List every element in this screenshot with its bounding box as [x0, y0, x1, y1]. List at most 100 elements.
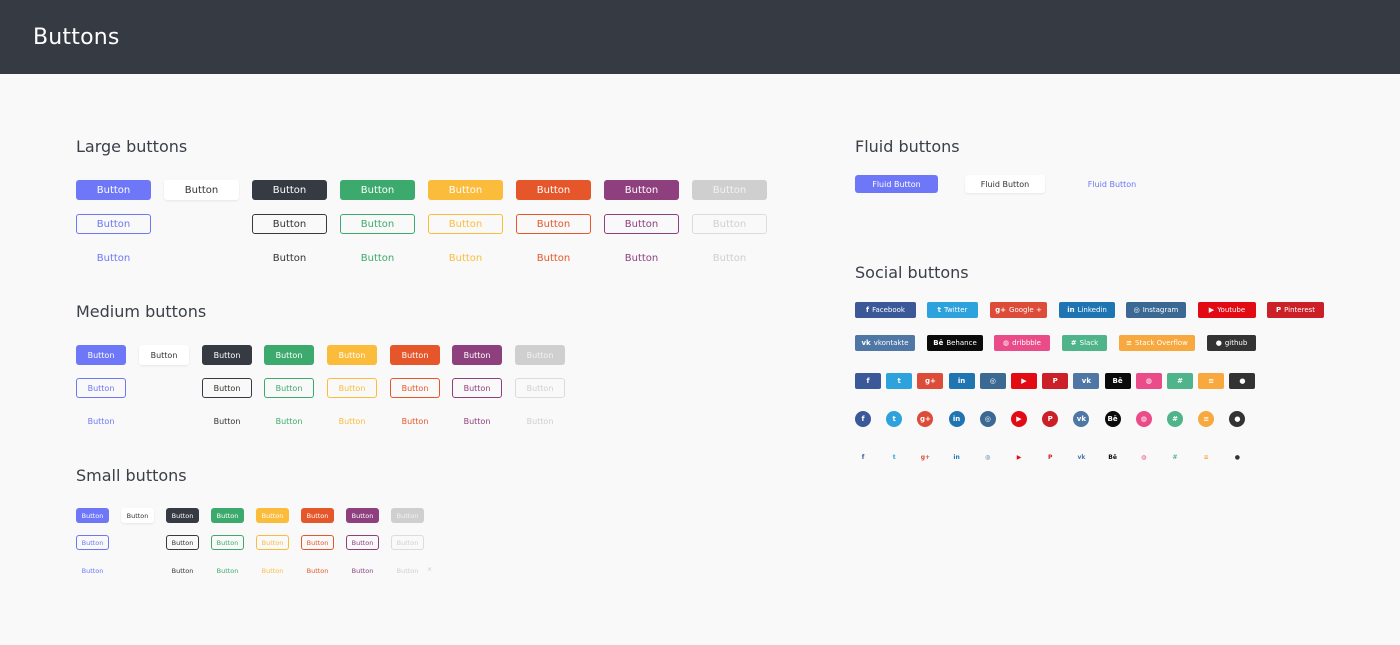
social-button-youtube[interactable]: ▶ Youtube [1198, 302, 1256, 318]
medium-outline-dark[interactable]: Button [202, 378, 252, 398]
medium-link-yellow[interactable]: Button [327, 411, 377, 431]
social-text-facebook-icon[interactable]: f [857, 452, 869, 462]
social-square-linkedin-icon[interactable]: in [948, 373, 975, 389]
large-link-yellow[interactable]: Button [428, 248, 503, 268]
medium-solid-purple[interactable]: Button [452, 345, 502, 365]
small-solid-light[interactable]: Button [391, 508, 424, 523]
medium-solid-dark[interactable]: Button [202, 345, 252, 365]
social-button-dribbble[interactable]: ◍ dribbble [994, 335, 1050, 351]
medium-outline-orange[interactable]: Button [390, 378, 440, 398]
medium-outline-primary[interactable]: Button [76, 378, 126, 398]
large-outline-yellow[interactable]: Button [428, 214, 503, 234]
social-circle-google-icon[interactable]: g+ [917, 411, 934, 427]
social-square-github-icon[interactable]: ● [1229, 373, 1256, 389]
medium-outline-yellow[interactable]: Button [327, 378, 377, 398]
social-circle-stackoverflow-icon[interactable]: ≡ [1198, 411, 1215, 427]
social-button-slack[interactable]: # Slack [1062, 335, 1107, 351]
small-link-light[interactable]: Button [391, 563, 424, 578]
small-outline-light[interactable]: Button [391, 535, 424, 550]
social-square-google-icon[interactable]: g+ [917, 373, 944, 389]
social-text-vkontakte-icon[interactable]: vk [1075, 452, 1087, 462]
medium-link-primary[interactable]: Button [76, 411, 126, 431]
large-solid-white[interactable]: Button [164, 180, 239, 200]
medium-outline-purple[interactable]: Button [452, 378, 502, 398]
fluid-button-white[interactable]: Fluid Button [965, 175, 1045, 193]
large-outline-purple[interactable]: Button [604, 214, 679, 234]
social-square-pinterest-icon[interactable]: P [1042, 373, 1069, 389]
social-square-dribbble-icon[interactable]: ◍ [1135, 373, 1162, 389]
medium-link-orange[interactable]: Button [390, 411, 440, 431]
small-solid-green[interactable]: Button [211, 508, 244, 523]
small-outline-purple[interactable]: Button [346, 535, 379, 550]
small-outline-dark[interactable]: Button [166, 535, 199, 550]
large-link-dark[interactable]: Button [252, 248, 327, 268]
small-link-orange[interactable]: Button [301, 563, 334, 578]
medium-solid-orange[interactable]: Button [390, 345, 440, 365]
large-outline-green[interactable]: Button [340, 214, 415, 234]
small-outline-orange[interactable]: Button [301, 535, 334, 550]
medium-solid-light[interactable]: Button [515, 345, 565, 365]
medium-outline-green[interactable]: Button [264, 378, 314, 398]
medium-solid-green[interactable]: Button [264, 345, 314, 365]
small-link-green[interactable]: Button [211, 563, 244, 578]
social-text-instagram-icon[interactable]: ◎ [982, 452, 994, 462]
medium-link-green[interactable]: Button [264, 411, 314, 431]
social-square-youtube-icon[interactable]: ▶ [1011, 373, 1037, 389]
social-button-vkontakte[interactable]: vk vkontakte [855, 335, 915, 351]
social-button-github[interactable]: ● github [1207, 335, 1256, 351]
social-circle-github-icon[interactable]: ● [1229, 411, 1246, 427]
social-text-github-icon[interactable]: ● [1231, 452, 1243, 462]
social-square-facebook-icon[interactable]: f [855, 373, 881, 389]
social-text-pinterest-icon[interactable]: P [1044, 452, 1056, 462]
social-circle-facebook-icon[interactable]: f [855, 411, 871, 427]
social-text-twitter-icon[interactable]: t [888, 452, 900, 462]
social-button-twitter[interactable]: t Twitter [927, 302, 978, 318]
small-solid-primary[interactable]: Button [76, 508, 109, 523]
social-button-instagram[interactable]: ◎ Instagram [1126, 302, 1186, 318]
medium-solid-white[interactable]: Button [139, 345, 189, 365]
social-square-behance-icon[interactable]: Bē [1104, 373, 1131, 389]
social-circle-vkontakte-icon[interactable]: vk [1073, 411, 1090, 427]
large-link-green[interactable]: Button [340, 248, 415, 268]
social-circle-behance-icon[interactable]: Bē [1104, 411, 1121, 427]
social-text-youtube-icon[interactable]: ▶ [1013, 452, 1025, 462]
large-solid-green[interactable]: Button [340, 180, 415, 200]
social-circle-youtube-icon[interactable]: ▶ [1011, 411, 1027, 427]
medium-solid-yellow[interactable]: Button [327, 345, 377, 365]
social-text-dribbble-icon[interactable]: ◍ [1138, 452, 1150, 462]
social-button-pinterest[interactable]: P Pinterest [1267, 302, 1324, 318]
social-square-vkontakte-icon[interactable]: vk [1073, 373, 1100, 389]
medium-link-dark[interactable]: Button [202, 411, 252, 431]
social-text-stackoverflow-icon[interactable]: ≡ [1200, 452, 1212, 462]
medium-link-light[interactable]: Button [515, 411, 565, 431]
large-link-primary[interactable]: Button [76, 248, 151, 268]
small-outline-green[interactable]: Button [211, 535, 244, 550]
medium-outline-light[interactable]: Button [515, 378, 565, 398]
social-button-google[interactable]: g+ Google + [990, 302, 1047, 318]
small-link-purple[interactable]: Button [346, 563, 379, 578]
social-circle-twitter-icon[interactable]: t [886, 411, 903, 427]
social-text-linkedin-icon[interactable]: in [951, 452, 963, 462]
small-link-yellow[interactable]: Button [256, 563, 289, 578]
small-solid-orange[interactable]: Button [301, 508, 334, 523]
small-outline-yellow[interactable]: Button [256, 535, 289, 550]
social-circle-slack-icon[interactable]: # [1167, 411, 1183, 427]
social-button-behance[interactable]: Bē Behance [927, 335, 983, 351]
small-link-dark[interactable]: Button [166, 563, 199, 578]
small-solid-yellow[interactable]: Button [256, 508, 289, 523]
social-circle-pinterest-icon[interactable]: P [1042, 411, 1059, 427]
large-outline-light[interactable]: Button [692, 214, 767, 234]
fluid-button-link[interactable]: Fluid Button [1075, 175, 1149, 193]
large-outline-orange[interactable]: Button [516, 214, 591, 234]
social-circle-linkedin-icon[interactable]: in [948, 411, 965, 427]
large-solid-purple[interactable]: Button [604, 180, 679, 200]
social-circle-dribbble-icon[interactable]: ◍ [1135, 411, 1152, 427]
medium-link-purple[interactable]: Button [452, 411, 502, 431]
large-link-orange[interactable]: Button [516, 248, 591, 268]
large-link-light[interactable]: Button [692, 248, 767, 268]
large-outline-primary[interactable]: Button [76, 214, 151, 234]
social-square-instagram-icon[interactable]: ◎ [979, 373, 1006, 389]
social-button-stackoverflow[interactable]: ≡ Stack Overflow [1119, 335, 1195, 351]
social-button-linkedin[interactable]: in Linkedin [1059, 302, 1115, 318]
small-solid-purple[interactable]: Button [346, 508, 379, 523]
